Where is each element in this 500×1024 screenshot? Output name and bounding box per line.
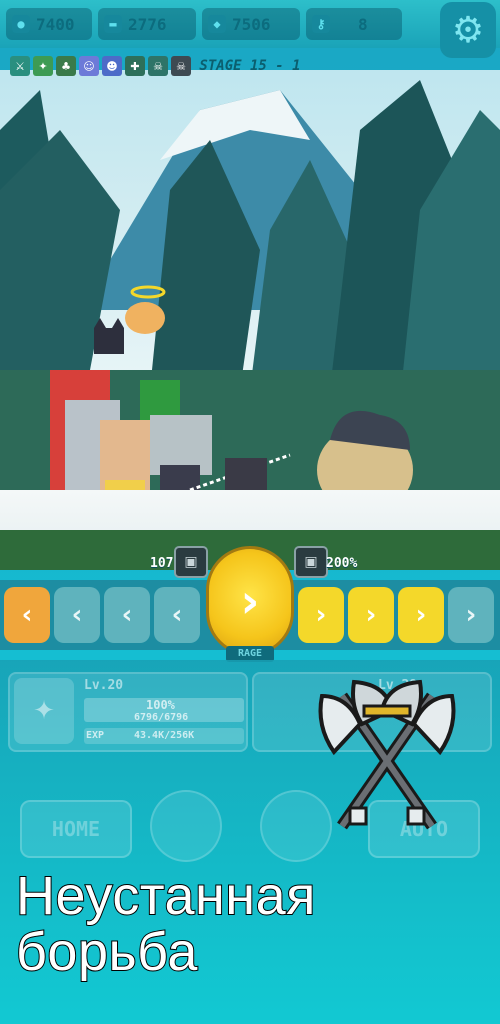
exp-value: 43.4K/256K — [134, 730, 195, 741]
tickets-value: 2776 — [128, 14, 167, 34]
chevron-right-icon: › — [415, 600, 427, 630]
black-cat — [94, 318, 124, 354]
currency-keys: ⚷ 8 — [306, 8, 402, 40]
chevron-right-icon: › — [315, 600, 327, 630]
promo-caption: Неустанная борьба — [15, 866, 316, 982]
chevron-right-icon: › — [465, 600, 477, 630]
hero-portrait[interactable]: ✦ — [14, 678, 74, 744]
chevron-left-icon: ‹ — [21, 600, 33, 630]
chevron-left-icon: ‹ — [71, 600, 83, 630]
battle-scene — [0, 70, 500, 560]
hero-avatar-icon: ✦ — [33, 696, 55, 726]
stage-label: STAGE 15 - 1 — [199, 58, 301, 74]
halo-npc — [125, 285, 166, 334]
rage-button[interactable]: › — [206, 546, 294, 656]
settings-button[interactable]: ⚙ — [440, 2, 496, 58]
move-left-button[interactable]: ‹ — [154, 587, 200, 643]
chevron-left-icon: ‹ — [171, 600, 183, 630]
promo-line-1: Неустанная — [15, 866, 316, 926]
gem-icon: ◆ — [208, 15, 226, 33]
exp-label: EXP — [86, 730, 105, 741]
currency-gems: ◆ 7506 — [202, 8, 300, 40]
chevron-right-icon: › — [240, 574, 260, 628]
currency-coins: ● 7400 — [6, 8, 92, 40]
move-right-button[interactable]: › — [298, 587, 344, 643]
coins-value: 7400 — [36, 14, 75, 34]
move-right-button[interactable]: › — [398, 587, 444, 643]
move-left-button[interactable]: ‹ — [4, 587, 50, 643]
currency-tickets: ▬ 2776 — [98, 8, 196, 40]
right-percent: 200% — [326, 556, 358, 571]
skill-slot-right[interactable]: ▣ — [294, 546, 328, 578]
move-right-button[interactable]: › — [348, 587, 394, 643]
left-percent: 107 — [150, 556, 174, 571]
chevron-left-icon: ‹ — [121, 600, 133, 630]
crossed-axes-icon — [318, 679, 456, 830]
skill-circle-button[interactable] — [150, 790, 222, 862]
characters — [50, 285, 413, 520]
home-label: HOME — [51, 817, 101, 841]
hp-value: 6796/6796 — [134, 712, 189, 723]
ticket-icon: ▬ — [104, 15, 122, 33]
coin-icon: ● — [12, 15, 30, 33]
home-button[interactable]: HOME — [20, 800, 132, 858]
gear-icon: ⚙ — [451, 9, 485, 51]
hero-level: Lv.20 — [84, 678, 124, 693]
gems-value: 7506 — [232, 14, 271, 34]
chevron-right-icon: › — [365, 600, 377, 630]
move-left-button[interactable]: ‹ — [104, 587, 150, 643]
key-icon: ⚷ — [312, 15, 330, 33]
move-right-button[interactable]: › — [448, 587, 494, 643]
skill-icon: ▣ — [304, 554, 318, 570]
skill-slot-left[interactable]: ▣ — [174, 546, 208, 578]
keys-value: 8 — [358, 14, 368, 34]
currency-bar: ● 7400 ▬ 2776 ◆ 7506 ⚷ 8 — [0, 0, 500, 48]
move-left-button[interactable]: ‹ — [54, 587, 100, 643]
promo-line-2: борьба — [15, 922, 198, 982]
skill-icon: ▣ — [184, 554, 198, 570]
hp-percent: 100% — [146, 698, 175, 712]
